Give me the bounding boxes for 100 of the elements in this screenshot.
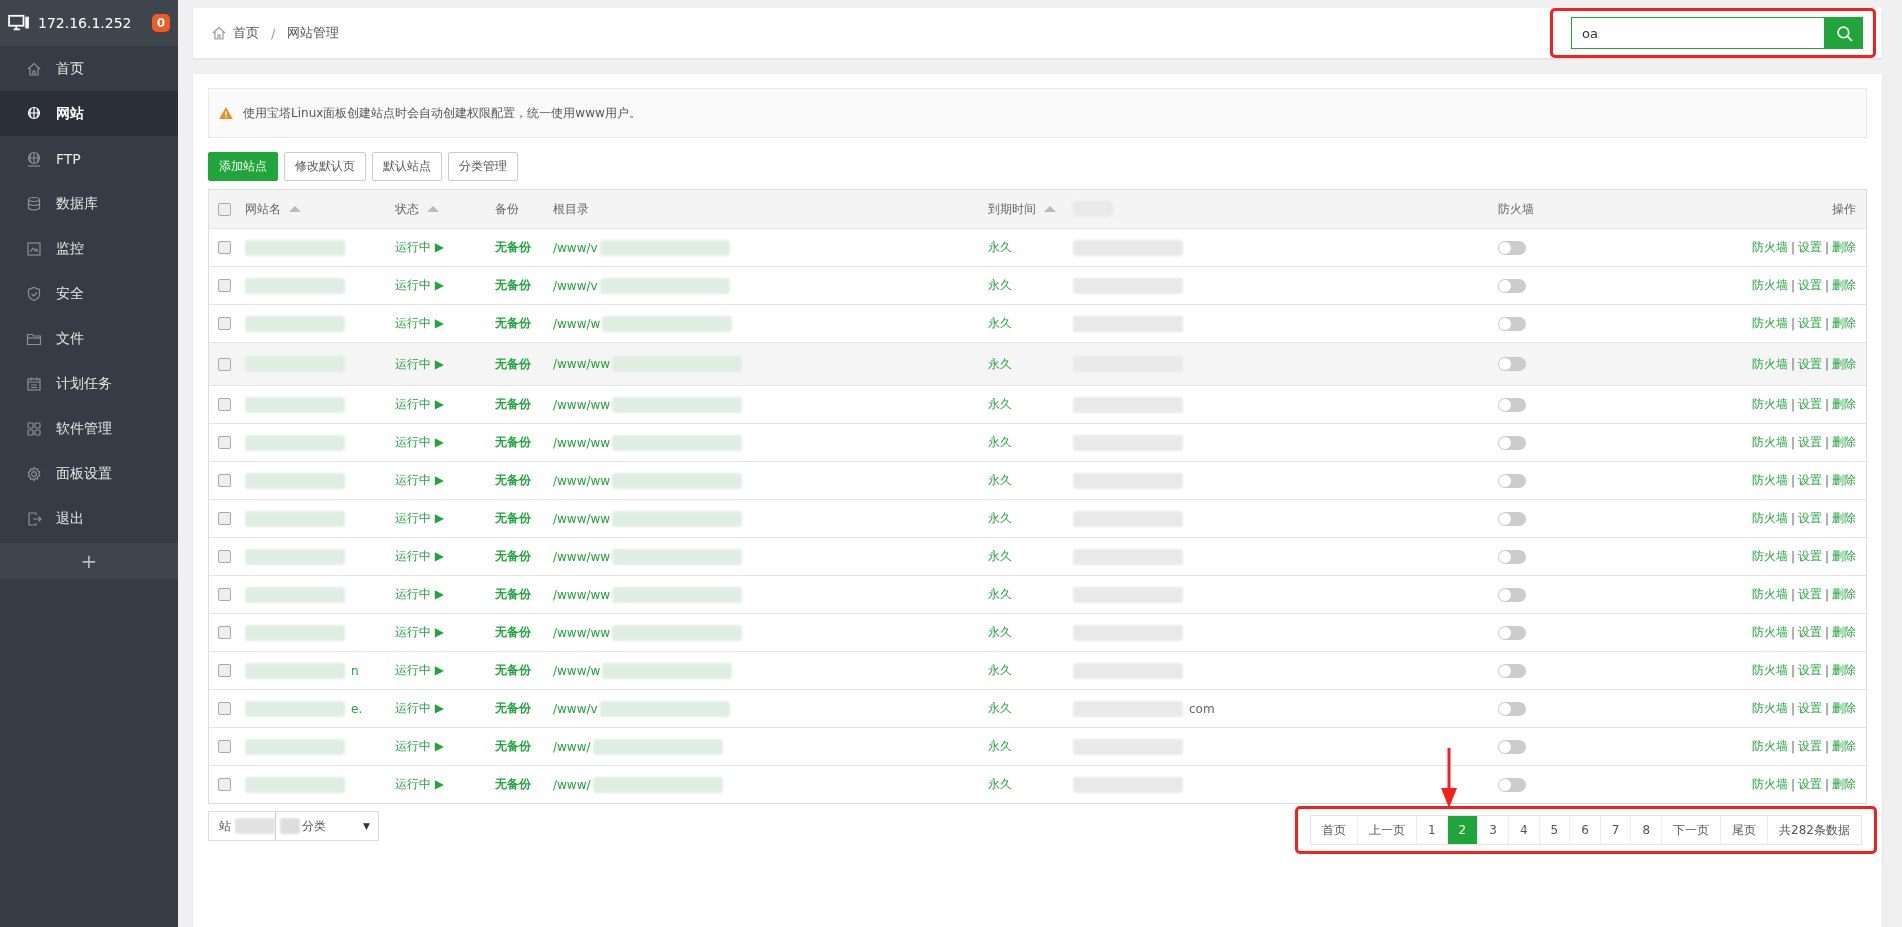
action-link[interactable]: 设置	[1797, 700, 1822, 717]
action-link[interactable]: 防火墙	[1751, 738, 1788, 755]
status-link[interactable]: 运行中 ▶	[395, 510, 445, 527]
backup-link[interactable]: 无备份	[495, 396, 531, 413]
status-link[interactable]: 运行中 ▶	[395, 624, 445, 641]
action-link[interactable]: 设置	[1797, 624, 1822, 641]
status-link[interactable]: 运行中 ▶	[395, 548, 445, 565]
root-path[interactable]: /www/v	[553, 240, 598, 255]
backup-link[interactable]: 无备份	[495, 510, 531, 527]
row-checkbox[interactable]	[217, 740, 231, 753]
row-checkbox[interactable]	[217, 241, 231, 254]
backup-link[interactable]: 无备份	[495, 700, 531, 717]
expiry-date[interactable]: 永久	[988, 738, 1012, 755]
root-path[interactable]: /www/v	[553, 278, 598, 293]
backup-link[interactable]: 无备份	[495, 624, 531, 641]
firewall-toggle[interactable]	[1498, 473, 1526, 488]
firewall-toggle[interactable]	[1498, 240, 1526, 255]
firewall-toggle[interactable]	[1498, 663, 1526, 678]
page-button[interactable]: 上一页	[1356, 816, 1416, 844]
status-link[interactable]: 运行中 ▶	[395, 738, 445, 755]
expiry-date[interactable]: 永久	[988, 472, 1012, 489]
backup-link[interactable]: 无备份	[495, 472, 531, 489]
action-link[interactable]: 设置	[1797, 548, 1822, 565]
action-link[interactable]: 防火墙	[1751, 396, 1788, 413]
action-link[interactable]: 设置	[1797, 239, 1822, 256]
column-header[interactable]: 状态	[395, 200, 439, 218]
page-button[interactable]: 8	[1630, 816, 1662, 844]
page-button[interactable]: 2	[1446, 816, 1478, 844]
row-checkbox[interactable]	[217, 626, 231, 639]
page-button[interactable]: 首页	[1310, 816, 1357, 844]
sidebar-item[interactable]: 首页	[0, 46, 178, 91]
page-button[interactable]: 7	[1599, 816, 1631, 844]
expiry-date[interactable]: 永久	[988, 434, 1012, 451]
action-link[interactable]: 防火墙	[1751, 624, 1788, 641]
root-path[interactable]: /www/ww	[553, 397, 611, 412]
expiry-date[interactable]: 永久	[988, 239, 1012, 256]
backup-link[interactable]: 无备份	[495, 738, 531, 755]
expiry-date[interactable]: 永久	[988, 700, 1012, 717]
action-link[interactable]: 防火墙	[1751, 776, 1788, 793]
sidebar-item[interactable]: 计划任务	[0, 361, 178, 406]
action-link[interactable]: 设置	[1797, 277, 1822, 294]
status-link[interactable]: 运行中 ▶	[395, 396, 445, 413]
action-link[interactable]: 删除	[1832, 624, 1856, 641]
sidebar-item[interactable]: 网站	[0, 91, 178, 136]
root-path[interactable]: /www/ww	[553, 357, 611, 371]
action-link[interactable]: 设置	[1797, 662, 1822, 679]
row-checkbox[interactable]	[217, 778, 231, 791]
status-link[interactable]: 运行中 ▶	[395, 776, 445, 793]
row-checkbox[interactable]	[217, 436, 231, 449]
sidebar-item[interactable]: 监控	[0, 226, 178, 271]
action-link[interactable]: 设置	[1797, 315, 1822, 332]
expiry-date[interactable]: 永久	[988, 624, 1012, 641]
root-path[interactable]: /www/w	[553, 316, 601, 331]
backup-link[interactable]: 无备份	[495, 239, 531, 256]
firewall-toggle[interactable]	[1498, 625, 1526, 640]
row-checkbox[interactable]	[217, 702, 231, 715]
firewall-toggle[interactable]	[1498, 701, 1526, 716]
status-link[interactable]: 运行中 ▶	[395, 239, 445, 256]
page-button[interactable]: 6	[1569, 816, 1600, 844]
action-link[interactable]: 防火墙	[1751, 277, 1788, 294]
toolbar-button[interactable]: 添加站点	[208, 152, 278, 181]
action-link[interactable]: 防火墙	[1751, 355, 1788, 373]
row-checkbox[interactable]	[217, 588, 231, 601]
column-header[interactable]: 网站名	[245, 200, 301, 218]
firewall-toggle[interactable]	[1498, 739, 1526, 754]
toolbar-button[interactable]: 修改默认页	[284, 152, 366, 181]
action-link[interactable]: 删除	[1832, 434, 1856, 451]
action-link[interactable]: 设置	[1797, 472, 1822, 489]
root-path[interactable]: /www/	[553, 739, 591, 754]
expiry-date[interactable]: 永久	[988, 662, 1012, 679]
action-link[interactable]: 删除	[1832, 510, 1856, 527]
sidebar-item[interactable]: FTP	[0, 136, 178, 181]
status-link[interactable]: 运行中 ▶	[395, 434, 445, 451]
expiry-date[interactable]: 永久	[988, 586, 1012, 603]
action-link[interactable]: 删除	[1832, 662, 1856, 679]
row-checkbox[interactable]	[217, 474, 231, 487]
status-link[interactable]: 运行中 ▶	[395, 277, 445, 294]
sidebar-item[interactable]: 数据库	[0, 181, 178, 226]
root-path[interactable]: /www/ww	[553, 511, 611, 526]
root-path[interactable]: /www/ww	[553, 435, 611, 450]
sidebar-item[interactable]: 文件	[0, 316, 178, 361]
action-link[interactable]: 防火墙	[1751, 434, 1788, 451]
root-path[interactable]: /www/v	[553, 701, 598, 716]
action-link[interactable]: 删除	[1832, 472, 1856, 489]
row-checkbox[interactable]	[217, 279, 231, 292]
category-select[interactable]: 分类 ▼	[275, 812, 378, 840]
sidebar-item[interactable]: 软件管理	[0, 406, 178, 451]
root-path[interactable]: /www/ww	[553, 587, 611, 602]
action-link[interactable]: 设置	[1797, 355, 1822, 373]
expiry-date[interactable]: 永久	[988, 776, 1012, 793]
firewall-toggle[interactable]	[1498, 316, 1526, 331]
search-button[interactable]	[1825, 17, 1863, 49]
toolbar-button[interactable]: 默认站点	[372, 152, 442, 181]
site-name[interactable]: n	[351, 663, 359, 678]
backup-link[interactable]: 无备份	[495, 662, 531, 679]
status-link[interactable]: 运行中 ▶	[395, 355, 445, 373]
action-link[interactable]: 设置	[1797, 396, 1822, 413]
firewall-toggle[interactable]	[1498, 397, 1526, 412]
action-link[interactable]: 删除	[1832, 315, 1856, 332]
firewall-toggle[interactable]	[1498, 777, 1526, 792]
